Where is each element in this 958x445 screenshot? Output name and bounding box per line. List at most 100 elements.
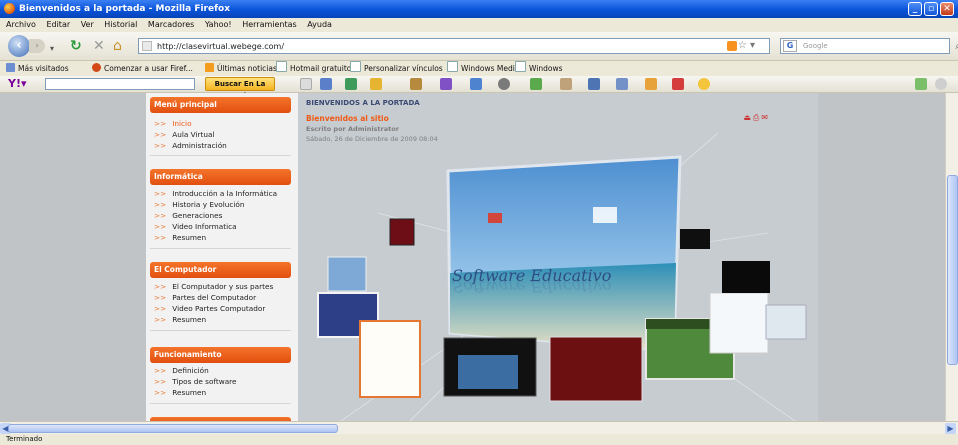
games-icon[interactable] [530, 78, 542, 90]
arrow-icon: >> [154, 211, 167, 220]
maximize-button[interactable]: ▫ [924, 2, 938, 16]
horizontal-scroll-thumb[interactable] [8, 424, 338, 433]
arrow-icon: >> [154, 130, 167, 139]
arrow-icon: >> [154, 315, 167, 324]
sidebar-item-introduccion[interactable]: >> Introducción a la Informática [154, 189, 277, 199]
page-bookmark-icon [350, 61, 361, 72]
alert-icon[interactable] [672, 78, 684, 90]
menu-marcadores[interactable]: Marcadores [148, 20, 194, 29]
beach-widget-a [488, 213, 502, 223]
close-button[interactable]: ✕ [940, 2, 954, 16]
music-icon[interactable] [588, 78, 600, 90]
search-box[interactable]: G Google ⌕ [780, 38, 958, 54]
main-content: BIENVENIDOS A LA PORTADA Bienvenidos al … [298, 93, 818, 421]
yahoo-tool-icon[interactable] [300, 78, 312, 90]
bookmarks-icon[interactable] [616, 78, 628, 90]
arrow-icon: >> [154, 293, 167, 302]
sidebar-item-resumen[interactable]: >> Resumen [154, 233, 206, 243]
menu-herramientas[interactable]: Herramientas [242, 20, 297, 29]
back-button[interactable]: ‹ [8, 35, 30, 57]
flickr-icon[interactable] [440, 78, 452, 90]
sidebar-item-resumen[interactable]: >> Resumen [154, 315, 206, 325]
thumb-stars-right [722, 261, 770, 293]
sidebar-section-title: Informática [150, 169, 291, 185]
stop-icon[interactable]: ✕ [93, 37, 105, 55]
shopping-icon[interactable] [560, 78, 572, 90]
status-text: Terminado [6, 435, 43, 443]
arrow-icon: >> [154, 377, 167, 386]
arrow-icon: >> [154, 304, 167, 313]
bookmarks-toolbar: Más visitados Comenzar a usar Firef... Ú… [0, 61, 958, 76]
sidebar-item-definicion[interactable]: >> Definición [154, 366, 209, 376]
horizontal-scrollbar[interactable]: ◀ ▶ [0, 421, 958, 435]
arrow-icon: >> [154, 119, 167, 128]
sidebar-item-administracion[interactable]: >> Administración [154, 141, 227, 151]
bookmark-personalizar[interactable]: Personalizar vínculos [350, 61, 443, 76]
arrow-icon: >> [154, 282, 167, 291]
sun-icon[interactable] [698, 78, 710, 90]
page-content: Menú principal >> Inicio >> Aula Virtual >… [0, 93, 958, 421]
menu-ayuda[interactable]: Ayuda [307, 20, 332, 29]
thumb-stars-small [680, 229, 710, 249]
yahoo-logo-icon[interactable]: Y!▾ [8, 77, 27, 91]
bookmark-comenzar[interactable]: Comenzar a usar Firef... [92, 61, 193, 76]
rss-feed-icon[interactable] [727, 41, 737, 51]
page-bookmark-icon [515, 61, 526, 72]
messenger-icon[interactable] [345, 78, 357, 90]
vertical-scrollbar[interactable] [945, 93, 958, 421]
sidebar-item-inicio[interactable]: >> Inicio [154, 119, 192, 129]
arrow-icon: >> [154, 141, 167, 150]
thumb-collage [327, 256, 367, 292]
bookmark-mas-visitados[interactable]: Más visitados [6, 61, 69, 76]
history-dropdown-icon[interactable]: ▾ [50, 40, 54, 58]
firefox-bookmark-icon [92, 63, 101, 72]
menu-archivo[interactable]: Archivo [6, 20, 36, 29]
menu-yahoo[interactable]: Yahoo! [205, 20, 232, 29]
beach-widget-b [593, 207, 617, 223]
sidebar-item-resumen[interactable]: >> Resumen [154, 388, 206, 398]
bookmark-star-icon[interactable]: ☆ ▾ [738, 39, 755, 53]
menu-ver[interactable]: Ver [81, 20, 94, 29]
sidebar-item-tipos-software[interactable]: >> Tipos de software [154, 377, 237, 387]
sidebar-item-partes-computador[interactable]: >> Partes del Computador [154, 293, 256, 303]
yahoo-search-input[interactable] [45, 78, 195, 90]
binoculars-icon[interactable] [498, 78, 510, 90]
sidebar-item-historia[interactable]: >> Historia y Evolución [154, 200, 245, 210]
sidebar-divider [150, 155, 291, 156]
sidebar-item-generaciones[interactable]: >> Generaciones [154, 211, 222, 221]
forward-button[interactable]: › [29, 39, 45, 53]
sidebar-item-video-informatica[interactable]: >> Video Informatica [154, 222, 237, 232]
yahoo-toolbar: Y!▾ Buscar En La Web [0, 76, 958, 100]
sidebar-item-aula-virtual[interactable]: >> Aula Virtual [154, 130, 215, 140]
sidebar-item-video-partes[interactable]: >> Video Partes Computador [154, 304, 265, 314]
arrow-icon: >> [154, 200, 167, 209]
smiley-icon[interactable] [645, 78, 657, 90]
sidebar-item-computador-partes[interactable]: >> El Computador y sus partes [154, 282, 273, 292]
bookmark-ultimas-noticias[interactable]: Últimas noticias [205, 61, 277, 76]
mail-icon[interactable] [320, 78, 332, 90]
vertical-scroll-thumb[interactable] [947, 175, 958, 365]
hero-title-reflection: Software Educativo [452, 277, 611, 296]
bookmark-windows[interactable]: Windows [515, 61, 562, 76]
minimize-button[interactable]: _ [908, 2, 922, 16]
reload-icon[interactable]: ↻ [70, 37, 82, 55]
menu-editar[interactable]: Editar [46, 20, 70, 29]
news-icon[interactable] [370, 78, 382, 90]
thumb-white-orange [359, 320, 421, 398]
scroll-right-arrow-icon[interactable]: ▶ [945, 423, 956, 434]
bookmark-windows-media[interactable]: Windows Media [447, 61, 519, 76]
home-icon[interactable]: ⌂ [113, 37, 122, 55]
yahoo-search-button[interactable]: Buscar En La Web [205, 77, 275, 100]
toolbar-settings-icon[interactable] [935, 78, 947, 90]
weather-icon[interactable] [410, 78, 422, 90]
menu-historial[interactable]: Historial [104, 20, 137, 29]
page-bookmark-icon [276, 61, 287, 72]
bookmark-hotmail[interactable]: Hotmail gratuito [276, 61, 351, 76]
answers-icon[interactable] [470, 78, 482, 90]
url-bar[interactable]: http://clasevirtual.webege.com/ ☆ ▾ [138, 38, 770, 54]
status-bar: Terminado [0, 434, 958, 445]
google-engine-icon[interactable]: G [783, 40, 797, 52]
sidebar-divider [150, 248, 291, 249]
toolbar-add-icon[interactable] [915, 78, 927, 90]
sidebar: Menú principal >> Inicio >> Aula Virtual >… [146, 93, 298, 421]
